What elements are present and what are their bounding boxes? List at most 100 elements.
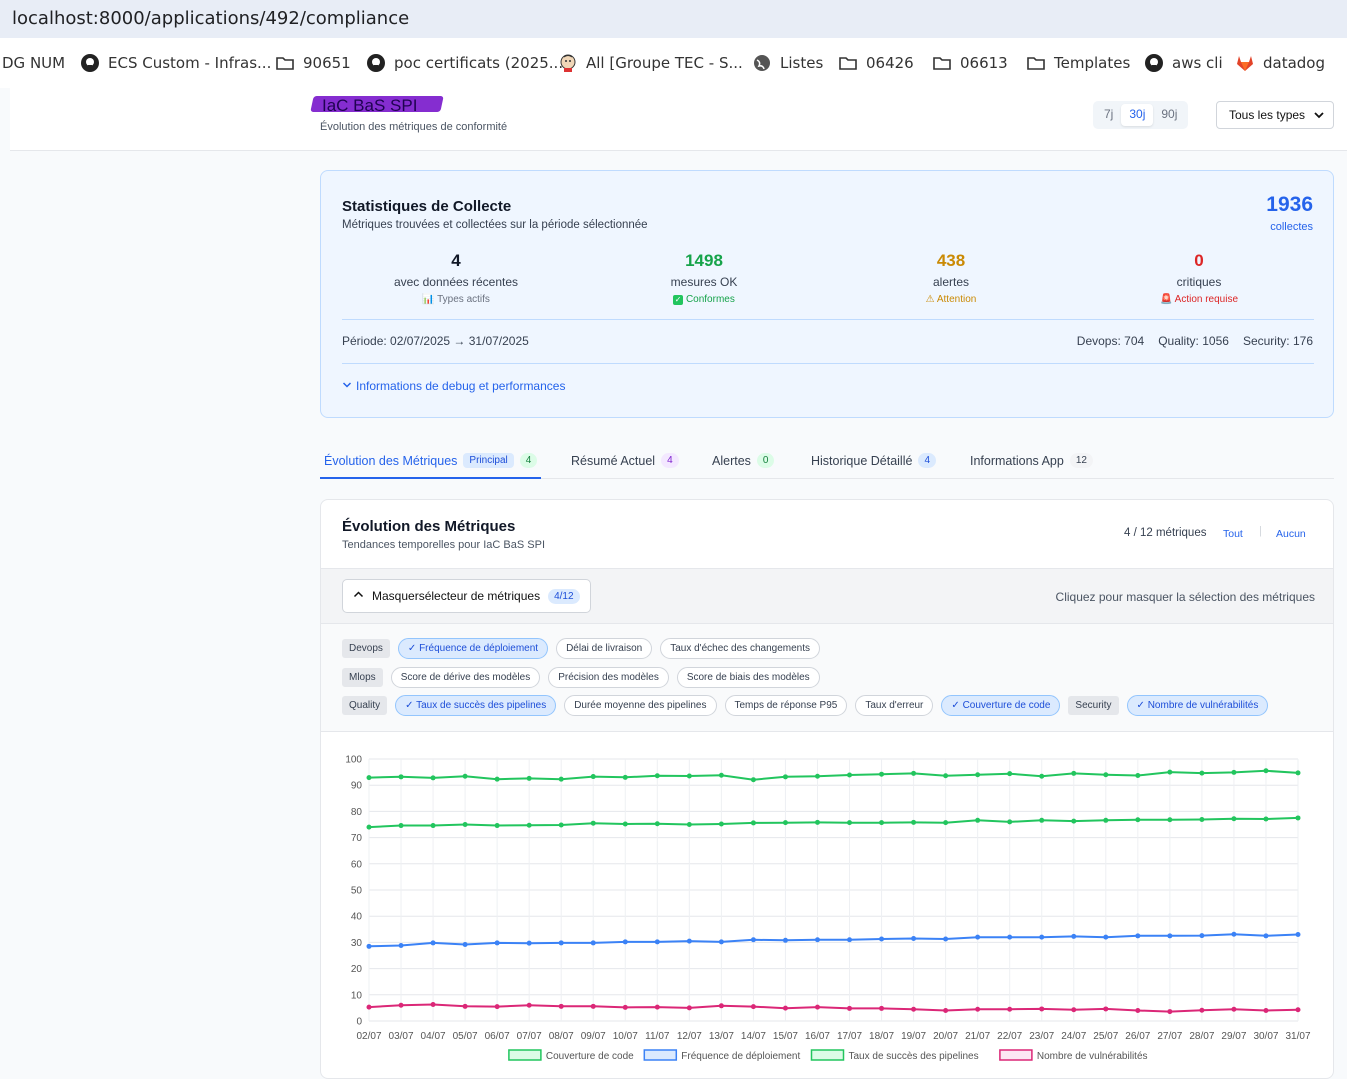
data-point [879, 820, 885, 826]
period-90j-button[interactable]: 90j [1153, 104, 1185, 126]
bookmark-06426[interactable]: 06426 [838, 53, 914, 73]
debug-toggle[interactable]: Informations de debug et performances [342, 379, 565, 393]
tab-app-info[interactable]: Informations App 12 [970, 453, 1093, 468]
bookmark-listes[interactable]: Listes [752, 53, 823, 73]
data-point [654, 939, 660, 945]
data-point [526, 940, 532, 946]
x-tick-label: 16/07 [805, 1031, 830, 1042]
stat-label: avec données récentes [393, 275, 519, 289]
bookmark-datadog[interactable]: datadog [1235, 53, 1325, 73]
data-point [1167, 817, 1173, 823]
metric-row: Devops ✓ Fréquence de déploiement Délai de… [342, 638, 820, 659]
data-point [1103, 1006, 1109, 1012]
metric-chip[interactable]: Taux d'erreur [855, 695, 934, 716]
data-point [750, 1004, 756, 1010]
metric-chip[interactable]: ✓ Nombre de vulnérabilités [1126, 695, 1269, 716]
stat-ok: 1498 mesures OK ✓ Conformes [604, 251, 804, 305]
data-point [430, 940, 436, 946]
data-point [686, 1005, 692, 1011]
data-point [1199, 1007, 1205, 1013]
bookmark-all-groupe-tec-s[interactable]: All [Groupe TEC - S... [558, 53, 743, 73]
tab-evolution[interactable]: Évolution des Métriques Principal 4 [324, 453, 538, 468]
period-30j-button[interactable]: 30j [1121, 104, 1154, 126]
github-icon [80, 53, 100, 73]
folder-icon [1026, 53, 1046, 73]
data-point [1263, 1008, 1269, 1014]
data-point [430, 1001, 436, 1007]
url-text[interactable]: localhost:8000/applications/492/complian… [12, 8, 409, 29]
x-tick-label: 26/07 [1125, 1031, 1150, 1042]
bookmark-ecs-custom-infras[interactable]: ECS Custom - Infras... [80, 53, 271, 73]
bookmark-label: All [Groupe TEC - S... [586, 54, 743, 72]
metric-chip[interactable]: Taux d'échec des changements [660, 638, 820, 659]
x-tick-label: 14/07 [741, 1031, 766, 1042]
metric-chip[interactable]: Délai de livraison [556, 638, 653, 659]
tab-summary[interactable]: Résumé Actuel 4 [571, 453, 679, 468]
data-point [1295, 932, 1301, 938]
tab-alerts[interactable]: Alertes 0 [712, 453, 775, 468]
data-point [1007, 1006, 1013, 1012]
metric-chip[interactable]: Durée moyenne des pipelines [564, 695, 717, 716]
bookmark-label: Listes [780, 54, 824, 72]
y-tick-label: 60 [351, 859, 363, 870]
metric-chip[interactable]: Temps de réponse P95 [724, 695, 848, 716]
data-point [1007, 934, 1013, 940]
select-all-link[interactable]: Tout [1223, 528, 1243, 540]
tab-count: 12 [1069, 453, 1093, 468]
metric-chip[interactable]: ✓ Couverture de code [941, 695, 1061, 716]
type-filter-select[interactable]: Tous les types [1216, 101, 1334, 129]
data-point [654, 773, 660, 779]
metric-category-label: Devops [342, 639, 390, 658]
x-tick-label: 18/07 [869, 1031, 894, 1042]
data-point [1071, 770, 1077, 776]
bookmark-poc-certificats-2025[interactable]: poc certificats (2025... [366, 53, 563, 73]
address-bar[interactable]: localhost:8000/applications/492/complian… [0, 0, 1347, 38]
gitlab-icon [1235, 53, 1255, 73]
data-point [1263, 768, 1269, 774]
data-point [814, 773, 820, 779]
series-line [368, 769, 1299, 781]
data-point [558, 822, 564, 828]
bookmark-label: 90651 [303, 54, 351, 72]
data-point [1007, 819, 1013, 825]
bookmark-label: DG NUM [2, 54, 66, 72]
period-7j-button[interactable]: 7j [1096, 104, 1121, 126]
legend-swatch [999, 1049, 1033, 1061]
data-point [911, 770, 917, 776]
data-point [430, 775, 436, 781]
metric-chip[interactable]: Score de dérive des modèles [390, 667, 541, 688]
metric-category-label: Security [1068, 696, 1119, 715]
x-tick-label: 06/07 [485, 1031, 510, 1042]
data-point [1167, 1009, 1173, 1015]
data-point [366, 824, 372, 830]
data-point [398, 943, 404, 949]
bookmark-templates[interactable]: Templates [1026, 53, 1130, 73]
metric-chip[interactable]: ✓ Fréquence de déploiement [397, 638, 549, 659]
x-tick-label: 23/07 [1029, 1031, 1054, 1042]
bookmark-aws-cli[interactable]: aws cli [1144, 53, 1223, 73]
bookmark-06613[interactable]: 06613 [932, 53, 1008, 73]
folder-icon [932, 53, 952, 73]
stat-alerts: 438 alertes ⚠ Attention [851, 251, 1051, 305]
select-none-link[interactable]: Aucun [1276, 528, 1306, 540]
y-tick-label: 100 [345, 755, 362, 766]
tab-tag-principal: Principal [463, 453, 514, 468]
bookmark-label: ECS Custom - Infras... [108, 54, 272, 72]
count-devops: Devops: 704 [1076, 334, 1145, 348]
tab-count: 4 [918, 453, 936, 468]
data-point [462, 941, 468, 947]
data-point [366, 775, 372, 781]
metric-chip[interactable]: Score de biais des modèles [676, 667, 820, 688]
hide-selector-button[interactable]: Masquersélecteur de métriques 4/12 [342, 579, 591, 613]
metric-chip[interactable]: ✓ Taux de succès des pipelines [395, 695, 557, 716]
data-point [1167, 933, 1173, 939]
bookmark-dg-num[interactable]: DG NUM [2, 54, 65, 72]
data-point [718, 939, 724, 945]
tab-history[interactable]: Historique Détaillé 4 [811, 453, 936, 468]
stat-recent: 4 avec données récentes 📊 Types actifs [356, 251, 556, 305]
data-point [1039, 1006, 1045, 1012]
y-tick-label: 90 [351, 781, 363, 792]
bookmark-90651[interactable]: 90651 [275, 53, 351, 73]
x-tick-label: 20/07 [933, 1031, 958, 1042]
metric-chip[interactable]: Précision des modèles [548, 667, 669, 688]
